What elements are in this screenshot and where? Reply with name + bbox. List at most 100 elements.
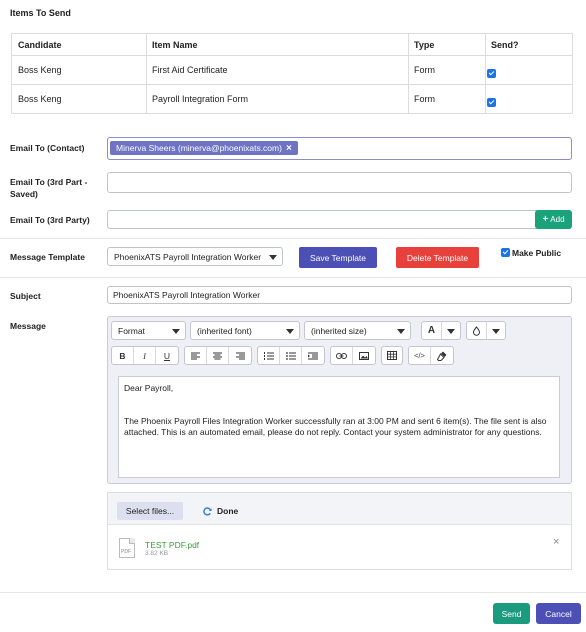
message-template-label: Message Template [10,252,85,262]
add-email-button-label: Add [550,215,565,224]
upload-status: Done [203,506,238,516]
subject-label: Subject [10,291,41,301]
subject-input[interactable]: PhoenixATS Payroll Integration Worker [107,286,572,304]
items-table: Candidate Item Name Type Send? Boss Keng… [11,33,573,114]
cell-item-name: Payroll Integration Form [152,94,249,104]
template-select-value: PhoenixATS Payroll Integration Worker [114,251,262,262]
uploader-toolbar: Select files... Done [108,493,571,525]
add-email-button[interactable]: + Add [535,210,572,229]
cancel-button[interactable]: Cancel [536,603,581,624]
email-to-3rd-party-label: Email To (3rd Party) [10,215,90,225]
table-group [381,346,403,365]
refresh-icon [203,506,212,516]
header-item-name: Item Name [152,39,198,50]
column-divider [408,34,409,113]
image-icon[interactable] [353,347,375,364]
background-color-dropdown[interactable] [487,322,505,339]
divider [0,238,586,239]
file-name: TEST PDF.pdf [145,540,200,550]
bullet-list-glyph [285,351,296,360]
italic-icon[interactable]: I [134,347,156,364]
send-checkbox[interactable] [487,68,496,78]
page-title: Items To Send [10,8,71,18]
cell-type: Form [414,94,435,104]
make-public-label: Make Public [512,248,562,258]
format-select-value: Format [118,325,145,336]
contact-chip-label: Minerva Sheers (minerva@phoenixats.com) [116,143,282,153]
bullet-list-icon[interactable] [280,347,302,364]
insert-group [330,346,376,365]
chevron-down-icon [397,328,405,334]
align-left-glyph [191,352,200,359]
delete-template-button[interactable]: Delete Template [396,247,479,268]
select-files-button[interactable]: Select files... [117,502,183,520]
email-to-3rd-saved-label: Email To (3rd Part - Saved) [10,177,88,199]
file-uploader: Select files... Done PDF TEST PDF.pdf 3.… [107,492,572,570]
header-send: Send? [491,39,519,50]
header-candidate: Candidate [18,39,62,50]
pdf-file-icon: PDF [119,538,135,558]
table-header-row: Candidate Item Name Type Send? [12,34,572,56]
chevron-down-icon [269,254,277,260]
email-to-3rd-party-field[interactable] [107,210,537,229]
plus-icon: + [542,214,549,225]
message-paragraph: The Phoenix Payroll Files Integration Wo… [124,416,547,437]
email-to-3rd-saved-field[interactable] [107,172,572,193]
indent-icon[interactable] [302,347,324,364]
file-ext-label: PDF [121,549,131,555]
chip-remove-icon[interactable]: × [286,143,292,154]
image-glyph [359,351,369,360]
align-left-icon[interactable] [185,347,207,364]
table-row: Boss Keng First Aid Certificate Form [12,56,572,85]
cell-type: Form [414,65,435,75]
column-divider [146,34,147,113]
table-icon[interactable] [382,347,402,364]
divider [0,277,586,278]
format-select[interactable]: Format [111,321,186,340]
eraser-glyph [437,351,447,361]
link-icon[interactable] [331,347,353,364]
message-label: Message [10,321,46,331]
bold-icon[interactable]: B [112,347,134,364]
make-public-checkbox[interactable] [501,248,510,257]
table-row: Boss Keng Payroll Integration Form Form [12,85,572,114]
contact-chip: Minerva Sheers (minerva@phoenixats.com) … [110,141,298,155]
align-right-glyph [235,352,245,359]
chevron-down-icon [447,328,455,334]
background-color-picker[interactable] [466,321,506,340]
size-select[interactable]: (inherited size) [304,321,411,340]
font-color-icon[interactable]: A [422,322,442,339]
numbered-list-icon[interactable] [258,347,280,364]
list-group [257,346,325,365]
chevron-down-icon [492,328,500,334]
droplet-icon [472,325,481,336]
cell-candidate: Boss Keng [18,65,62,75]
indent-glyph [308,352,318,359]
message-body[interactable]: Dear Payroll, The Phoenix Payroll Files … [118,376,560,478]
fill-color-icon[interactable] [467,322,487,339]
send-checkbox[interactable] [487,97,496,107]
align-right-icon[interactable] [229,347,251,364]
chevron-down-icon [286,328,294,334]
remove-file-icon[interactable]: × [553,536,559,548]
font-select[interactable]: (inherited font) [190,321,300,340]
email-to-contact-label: Email To (Contact) [10,143,85,153]
clear-formatting-icon[interactable] [431,347,453,364]
text-style-group: B I U [111,346,179,365]
template-select[interactable]: PhoenixATS Payroll Integration Worker [107,247,283,266]
cell-candidate: Boss Keng [18,94,62,104]
message-editor: Format (inherited font) (inherited size)… [107,316,572,484]
chevron-down-icon [172,328,180,334]
font-color-dropdown[interactable] [442,322,460,339]
align-center-icon[interactable] [207,347,229,364]
font-select-value: (inherited font) [197,325,252,336]
send-button[interactable]: Send [493,603,530,624]
save-template-button[interactable]: Save Template [299,247,377,268]
underline-icon[interactable]: U [156,347,178,364]
column-divider [485,34,486,113]
code-view-icon[interactable]: </> [409,347,431,364]
code-group: </> [408,346,454,365]
cell-item-name: First Aid Certificate [152,65,228,75]
file-size: 3.82 KB [145,550,169,557]
font-color-picker[interactable]: A [421,321,461,340]
